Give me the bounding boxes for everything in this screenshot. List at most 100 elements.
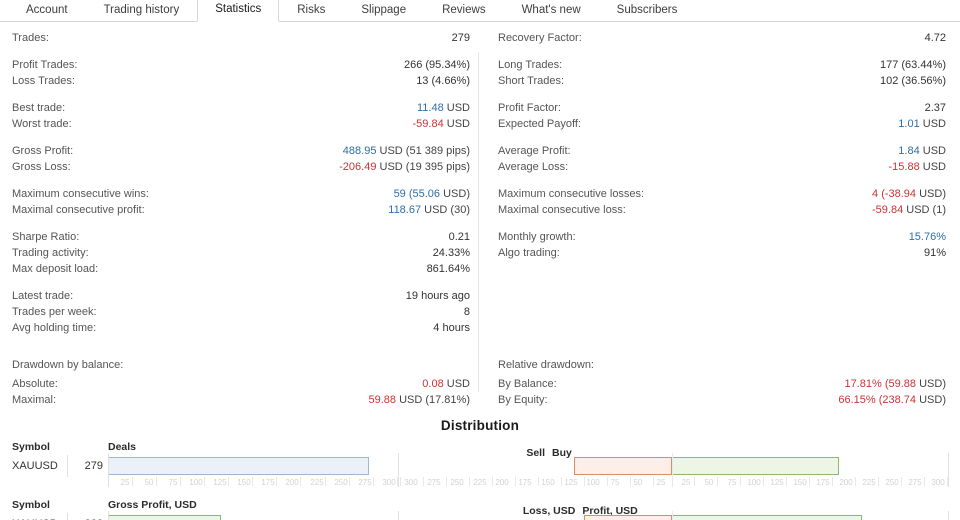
stat-label: By Balance: xyxy=(498,378,557,390)
stat-value: 4 hours xyxy=(433,322,470,334)
tab-whats-new[interactable]: What's new xyxy=(504,0,599,22)
stat-row-max-deposit-load: Max deposit load: 861.64% xyxy=(12,261,470,277)
stat-number: 17.81% (59.88 xyxy=(844,378,917,390)
stat-value: 177 (63.44%) xyxy=(879,59,946,71)
chart-count-label: 279 xyxy=(84,460,103,472)
bar-loss[interactable] xyxy=(584,515,672,520)
drawdown-row-maximal: Maximal: 59.88 USD (17.81%) xyxy=(12,392,470,408)
axis-edge-mid xyxy=(398,511,399,520)
tab-subscribers[interactable]: Subscribers xyxy=(599,0,696,22)
column-header-symbol: Symbol xyxy=(12,499,50,511)
stat-unit: USD xyxy=(443,102,470,114)
drawdown-row-by-equity: By Equity: 66.15% (238.74 USD) xyxy=(498,392,946,408)
tab-trading-history[interactable]: Trading history xyxy=(86,0,198,22)
stat-unit: USD (30) xyxy=(421,204,470,216)
relative-drawdown-block: Relative drawdown: By Balance: 17.81% (5… xyxy=(480,357,960,408)
column-header-symbol: Symbol xyxy=(12,441,50,453)
stat-unit: USD (19 395 pips) xyxy=(376,161,471,173)
distribution-chart-gross-profit: Symbol Gross Profit, USD Loss, USD Profi… xyxy=(0,497,960,520)
statistics-left-column: Trades: 279 Profit Trades: 266 (95.34%) … xyxy=(0,30,480,347)
stat-label: Algo trading: xyxy=(498,247,560,259)
chart-plot-area xyxy=(108,455,960,477)
stat-group-trades: Trades: 279 xyxy=(12,30,470,46)
stat-value: -206.49 USD (19 395 pips) xyxy=(339,159,470,175)
distribution-title: Distribution xyxy=(440,418,520,433)
bar-deals[interactable] xyxy=(108,457,369,475)
bar-profit[interactable] xyxy=(672,515,862,520)
stat-label: Trades: xyxy=(12,32,49,44)
stat-row-trades-per-week: Trades per week: 8 xyxy=(12,304,470,320)
stat-label: Long Trades: xyxy=(498,59,563,71)
axis-edge-left xyxy=(108,453,109,487)
stat-row-maximal-consecutive-loss: Maximal consecutive loss: -59.84 USD (1) xyxy=(498,202,946,218)
stat-label: Absolute: xyxy=(12,378,58,390)
stat-row-gross-profit: Gross Profit: 488.95 USD (51 389 pips) xyxy=(12,143,470,159)
statistics-right-column: Recovery Factor: 4.72 Long Trades: 177 (… xyxy=(480,30,960,347)
stat-row-algo-trading: Algo trading: 91% xyxy=(498,245,946,261)
tab-statistics[interactable]: Statistics xyxy=(197,0,280,22)
stat-number: 59 (55.06 xyxy=(393,188,441,200)
stat-label: Short Trades: xyxy=(498,75,565,87)
stat-group-consecutive-losses: Maximum consecutive losses: 4 (-38.94 US… xyxy=(498,186,946,218)
stat-row-avg-holding-time: Avg holding time: 4 hours xyxy=(12,320,470,336)
stat-group-best-worst: Best trade: 11.48 USD Worst trade: -59.8… xyxy=(12,100,470,132)
stat-label: Worst trade: xyxy=(12,118,72,130)
stat-number: 488.95 xyxy=(342,145,377,157)
stat-label: Gross Loss: xyxy=(12,161,71,173)
stat-unit: USD xyxy=(443,378,470,390)
stat-label: Maximum consecutive wins: xyxy=(12,188,149,200)
stat-unit: USD (17.81%) xyxy=(396,394,470,406)
drawdown-row-absolute: Absolute: 0.08 USD xyxy=(12,376,470,392)
stat-value: 266 (95.34%) xyxy=(403,59,470,71)
stat-value: 59.88 USD (17.81%) xyxy=(368,392,470,408)
stat-value: 0.21 xyxy=(448,231,470,243)
tab-risks[interactable]: Risks xyxy=(279,0,343,22)
stat-group-long-short: Long Trades: 177 (63.44%) Short Trades: … xyxy=(498,57,946,89)
stat-row-short-trades: Short Trades: 102 (36.56%) xyxy=(498,73,946,89)
chart-row-xauusd-deals[interactable]: XAUUSD 279 xyxy=(0,455,960,477)
chart-count-label: 282 xyxy=(68,513,108,520)
stat-value: 0.08 USD xyxy=(422,376,470,392)
stat-unit: USD) xyxy=(916,394,946,406)
stat-row-profit-factor: Profit Factor: 2.37 xyxy=(498,100,946,116)
tab-slippage[interactable]: Slippage xyxy=(343,0,424,22)
stat-label: Loss Trades: xyxy=(12,75,75,87)
stat-value: 13 (4.66%) xyxy=(416,75,470,87)
stat-row-best-trade: Best trade: 11.48 USD xyxy=(12,100,470,116)
stat-label: Monthly growth: xyxy=(498,231,576,243)
bar-sell[interactable] xyxy=(574,457,672,475)
stat-label: Expected Payoff: xyxy=(498,118,581,130)
drawdown-by-balance-block: Drawdown by balance: Absolute: 0.08 USD … xyxy=(0,357,480,408)
stat-label: Maximal consecutive loss: xyxy=(498,204,626,216)
bar-buy[interactable] xyxy=(672,457,839,475)
chart-symbol-label: XAUUSD xyxy=(0,513,68,520)
chart-row-xauusd-gross-profit[interactable]: XAUUSD 282 xyxy=(0,513,960,520)
stat-value: 4.72 xyxy=(924,32,946,44)
stat-value: 17.81% (59.88 USD) xyxy=(844,376,946,392)
stat-number: -15.88 xyxy=(888,161,920,173)
tab-account[interactable]: Account xyxy=(8,0,86,22)
stat-label: Profit Trades: xyxy=(12,59,78,71)
chart-plot-area xyxy=(108,513,960,520)
stat-label: Profit Factor: xyxy=(498,102,561,114)
stat-value: 861.64% xyxy=(426,263,470,275)
tab-reviews[interactable]: Reviews xyxy=(424,0,503,22)
stat-value: 488.95 USD (51 389 pips) xyxy=(343,143,470,159)
stat-label: Maximum consecutive losses: xyxy=(498,188,645,200)
chart-symbol-label: XAUUSD xyxy=(0,455,68,477)
statistics-panel: Trades: 279 Profit Trades: 266 (95.34%) … xyxy=(0,22,960,392)
stat-row-max-consecutive-losses: Maximum consecutive losses: 4 (-38.94 US… xyxy=(498,186,946,202)
axis-edge-right xyxy=(948,453,949,487)
stat-group-recovery: Recovery Factor: 4.72 xyxy=(498,30,946,46)
bar-gross-profit[interactable] xyxy=(108,515,221,520)
chart-series-label-deals: Deals xyxy=(108,441,137,453)
stat-row-average-profit: Average Profit: 1.84 USD xyxy=(498,143,946,159)
stat-number: 1.01 xyxy=(898,118,920,130)
stat-label: Gross Profit: xyxy=(12,145,74,157)
stat-value: 4 (-38.94 USD) xyxy=(872,186,946,202)
stat-value: -15.88 USD xyxy=(889,159,946,175)
stat-number: -59.84 xyxy=(412,118,444,130)
tab-bar: Account Trading history Statistics Risks… xyxy=(0,0,960,22)
stat-group-profit-factor: Profit Factor: 2.37 Expected Payoff: 1.0… xyxy=(498,100,946,132)
chart-series-label-gross-profit: Gross Profit, USD xyxy=(108,499,197,511)
